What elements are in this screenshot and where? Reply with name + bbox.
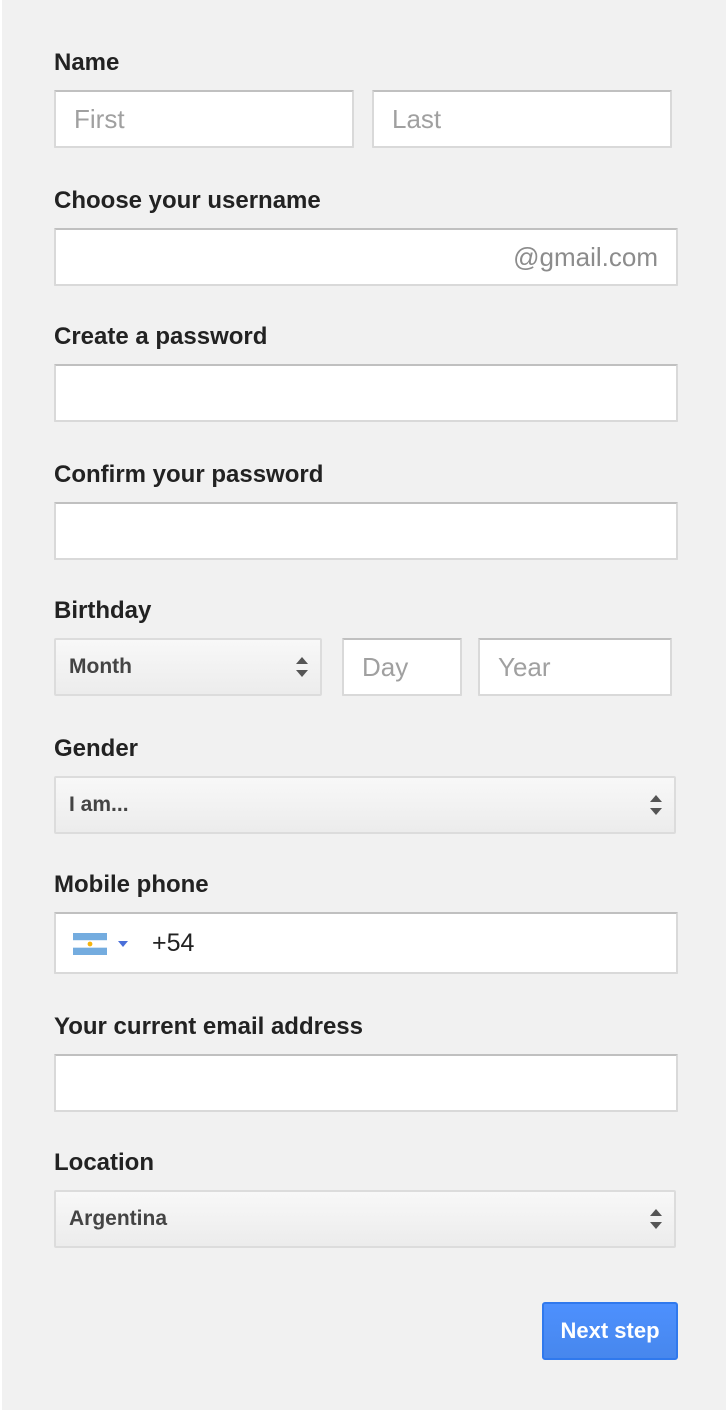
location-label: Location <box>54 1149 154 1176</box>
signup-form-panel: Name First Last Choose your username @gm… <box>2 0 726 1410</box>
first-name-placeholder: First <box>74 103 125 134</box>
gender-label: Gender <box>54 735 139 762</box>
current-email-label: Your current email address <box>54 1013 363 1040</box>
day-placeholder: Day <box>362 651 409 682</box>
month-select-value: Month <box>69 655 132 678</box>
confirm-password-label: Confirm your password <box>54 461 324 488</box>
mobile-phone-input[interactable]: +54 <box>54 912 678 974</box>
first-name-input[interactable]: First <box>54 90 354 148</box>
location-select[interactable]: Argentina <box>54 1190 676 1248</box>
phone-country-code: +54 <box>152 928 195 957</box>
birthday-label: Birthday <box>54 597 152 624</box>
birthday-month-select[interactable]: Month <box>54 638 322 696</box>
select-arrows-icon <box>296 657 308 677</box>
birthday-day-input[interactable]: Day <box>342 638 462 696</box>
name-label: Name <box>54 49 120 76</box>
country-picker[interactable] <box>73 932 133 956</box>
username-input[interactable]: @gmail.com <box>54 228 678 286</box>
year-placeholder: Year <box>498 651 551 682</box>
gmail-suffix: @gmail.com <box>513 241 658 272</box>
current-email-input[interactable] <box>54 1054 678 1112</box>
location-select-value: Argentina <box>69 1207 168 1230</box>
last-name-placeholder: Last <box>392 103 442 134</box>
birthday-year-input[interactable]: Year <box>478 638 672 696</box>
confirm-password-input[interactable] <box>54 502 678 560</box>
select-arrows-icon <box>650 1209 662 1229</box>
last-name-input[interactable]: Last <box>372 90 672 148</box>
mobile-phone-label: Mobile phone <box>54 871 209 898</box>
password-input[interactable] <box>54 364 678 422</box>
gender-select-value: I am... <box>69 793 129 816</box>
password-label: Create a password <box>54 323 268 350</box>
next-step-button[interactable]: Next step <box>542 1302 678 1360</box>
select-arrows-icon <box>650 795 662 815</box>
gender-select[interactable]: I am... <box>54 776 676 834</box>
username-label: Choose your username <box>54 187 321 214</box>
argentina-flag-icon <box>73 933 107 955</box>
chevron-down-icon <box>118 941 128 947</box>
